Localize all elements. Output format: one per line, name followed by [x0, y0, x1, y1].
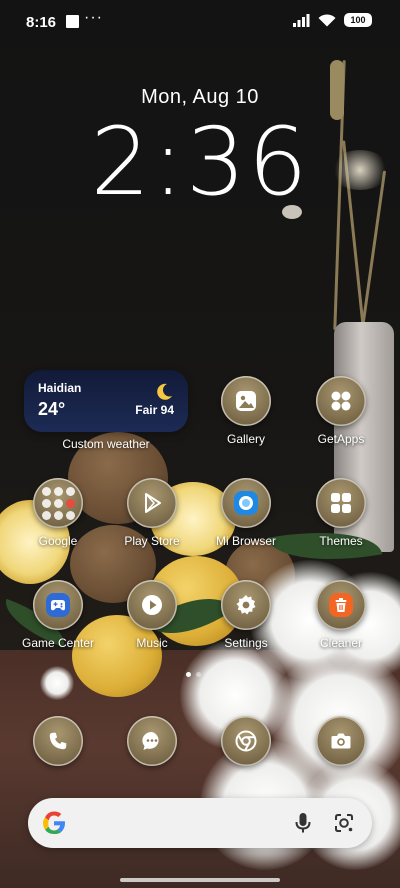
- app-game-center[interactable]: Game Center: [11, 580, 105, 650]
- themes-icon: [316, 478, 366, 528]
- home-gesture-bar[interactable]: [120, 878, 280, 882]
- app-themes[interactable]: Themes: [294, 478, 388, 548]
- camera-icon: [316, 716, 366, 766]
- app-cleaner[interactable]: Cleaner: [294, 580, 388, 650]
- messages-icon: [127, 716, 177, 766]
- folder-icon: [33, 478, 83, 528]
- app-phone[interactable]: [11, 716, 105, 766]
- weather-temperature: 24°: [38, 399, 66, 419]
- notification-icon: [66, 15, 79, 28]
- music-icon: [127, 580, 177, 630]
- browser-icon: [221, 478, 271, 528]
- gear-icon: [221, 580, 271, 630]
- google-search-bar[interactable]: [28, 798, 372, 848]
- app-getapps[interactable]: GetApps: [294, 376, 388, 446]
- app-label: Music: [136, 636, 168, 650]
- page-dot-active: [186, 672, 191, 677]
- gallery-icon: [221, 376, 271, 426]
- google-logo-icon: [43, 811, 65, 834]
- cleaner-icon: [316, 580, 366, 630]
- status-bar: 8:16 ··· 100: [0, 0, 400, 40]
- moon-icon: [157, 383, 172, 400]
- microphone-icon[interactable]: [292, 811, 314, 835]
- app-messages[interactable]: [105, 716, 199, 766]
- google-lens-icon[interactable]: [332, 811, 356, 835]
- signal-icon: [293, 13, 310, 27]
- getapps-icon: [316, 376, 366, 426]
- app-gallery[interactable]: Gallery: [199, 376, 293, 446]
- weather-condition: Fair 94: [135, 403, 174, 417]
- weather-city: Haidian: [38, 381, 82, 395]
- app-settings[interactable]: Settings: [199, 580, 293, 650]
- app-label: Play Store: [124, 534, 180, 548]
- app-label: Themes: [319, 534, 363, 548]
- app-label: Gallery: [226, 432, 265, 446]
- app-label: Google: [38, 534, 78, 548]
- app-chrome[interactable]: [199, 716, 293, 766]
- app-label: Mi Browser: [215, 534, 276, 548]
- app-mi-browser[interactable]: Mi Browser: [199, 478, 293, 548]
- app-music[interactable]: Music: [105, 580, 199, 650]
- app-label: Cleaner: [319, 636, 363, 650]
- wifi-icon: [318, 13, 336, 26]
- clock-widget[interactable]: 2:36: [0, 108, 400, 217]
- app-label: Settings: [224, 636, 268, 650]
- weather-widget-label: Custom weather: [62, 437, 150, 451]
- more-notifications-icon: ···: [84, 9, 103, 26]
- page-dot: [196, 672, 201, 677]
- game-center-icon: [33, 580, 83, 630]
- play-store-icon: [127, 478, 177, 528]
- app-label: GetApps: [317, 432, 365, 446]
- battery-icon: 100: [344, 13, 372, 27]
- app-camera[interactable]: [294, 716, 388, 766]
- status-time: 8:16: [26, 14, 57, 31]
- app-play-store[interactable]: Play Store: [105, 478, 199, 548]
- app-label: Game Center: [21, 636, 95, 650]
- weather-widget[interactable]: Haidian 24° Fair 94: [24, 370, 188, 432]
- search-input[interactable]: [80, 808, 276, 840]
- date-text: Mon, Aug 10: [141, 86, 259, 108]
- page-indicator[interactable]: [186, 672, 201, 677]
- app-google-folder[interactable]: Google: [11, 478, 105, 548]
- phone-icon: [33, 716, 83, 766]
- chrome-icon: [221, 716, 271, 766]
